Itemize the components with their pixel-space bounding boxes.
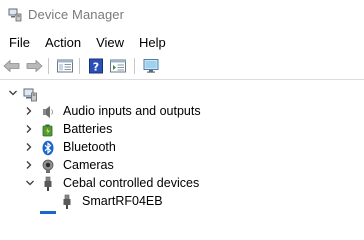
help-icon: ? <box>89 58 103 74</box>
device-tree: Audio inputs and outputs Batteries Bluet… <box>0 82 364 214</box>
properties-pane-button[interactable] <box>108 57 128 75</box>
title-bar[interactable]: Device Manager <box>0 0 364 31</box>
tree-node-label: Batteries <box>63 122 113 136</box>
device-manager-window: Device Manager File Action View Help ? A… <box>0 0 364 214</box>
tree-node-label: Cameras <box>63 158 114 172</box>
tree-node-bluetooth[interactable]: Bluetooth <box>0 139 364 157</box>
expand-chevron-down-icon[interactable] <box>24 177 36 189</box>
expand-chevron-down-icon[interactable] <box>7 87 19 99</box>
expand-chevron-right-icon[interactable] <box>23 159 35 171</box>
back-button[interactable] <box>2 57 22 75</box>
usb-plug-icon <box>63 194 71 209</box>
window-title: Device Manager <box>28 7 125 22</box>
speaker-icon <box>43 106 53 118</box>
battery-icon <box>42 124 53 137</box>
toolbar-separator <box>134 58 135 74</box>
tree-child-smartrf04eb[interactable]: SmartRF04EB <box>0 193 364 211</box>
toolbar: ? <box>0 53 364 80</box>
partial-node-icon <box>40 211 56 214</box>
tree-child-label: SmartRF04EB <box>82 194 163 208</box>
tree-node-label: Bluetooth <box>63 140 116 154</box>
expand-chevron-right-icon[interactable] <box>23 105 35 117</box>
tree-root[interactable] <box>0 85 364 103</box>
scan-hardware-monitor-icon <box>143 59 159 73</box>
tree-node-label: Cebal controlled devices <box>63 176 200 190</box>
tree-node-batteries[interactable]: Batteries <box>0 121 364 139</box>
tree-node-label: Audio inputs and outputs <box>63 104 201 118</box>
bluetooth-icon <box>42 140 54 156</box>
tree-node-cebal-controlled-devices[interactable]: Cebal controlled devices <box>0 175 364 193</box>
show-hide-console-tree-icon <box>57 59 73 73</box>
tree-node-audio[interactable]: Audio inputs and outputs <box>0 103 364 121</box>
properties-pane-icon <box>110 59 126 73</box>
computer-icon <box>23 88 37 102</box>
menu-help[interactable]: Help <box>131 32 173 53</box>
camera-icon <box>42 159 54 173</box>
menu-action[interactable]: Action <box>37 32 88 53</box>
usb-plug-icon <box>44 176 52 191</box>
device-manager-icon <box>8 8 22 22</box>
show-hide-console-tree-button[interactable] <box>55 57 75 75</box>
scan-hardware-button[interactable] <box>141 57 161 75</box>
menu-bar: File Action View Help <box>0 31 364 53</box>
menu-file[interactable]: File <box>1 32 37 53</box>
menu-view[interactable]: View <box>88 32 131 53</box>
forward-button[interactable] <box>24 57 44 75</box>
expand-chevron-right-icon[interactable] <box>23 123 35 135</box>
toolbar-separator <box>79 58 80 74</box>
tree-node-cameras[interactable]: Cameras <box>0 157 364 175</box>
help-button[interactable]: ? <box>86 57 106 75</box>
toolbar-separator <box>48 58 49 74</box>
back-arrow-icon <box>3 59 20 73</box>
forward-arrow-icon <box>26 59 43 73</box>
tree-node-partial <box>0 211 364 214</box>
expand-chevron-right-icon[interactable] <box>23 141 35 153</box>
svg-text:?: ? <box>93 61 99 74</box>
